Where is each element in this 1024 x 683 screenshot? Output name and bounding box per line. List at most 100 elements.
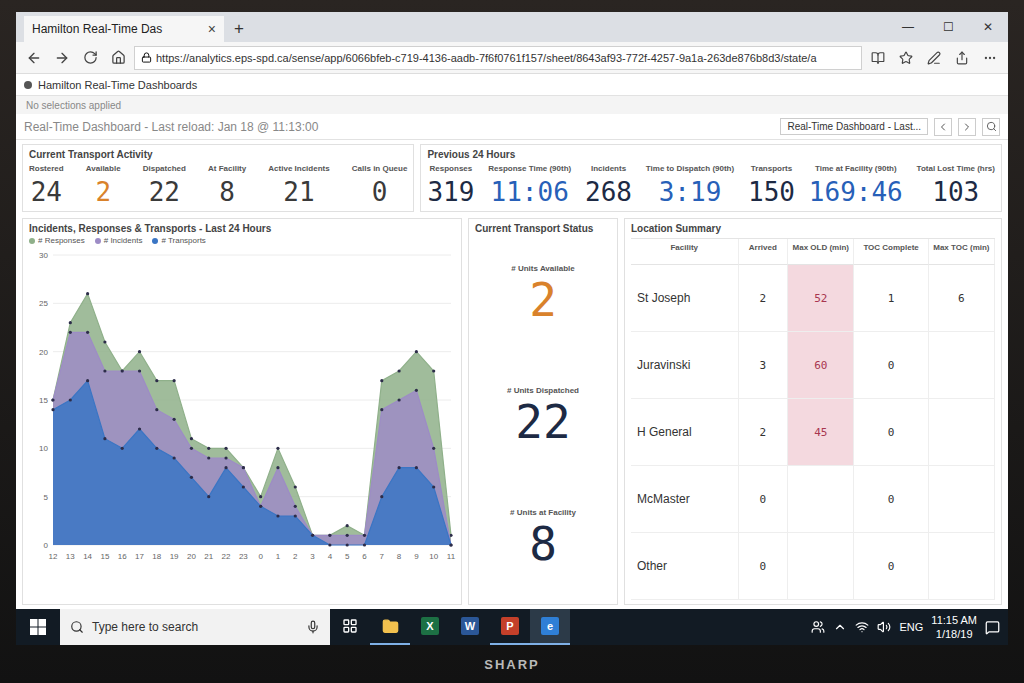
data-point[interactable] xyxy=(328,534,331,537)
sheet-selector[interactable]: Real-Time Dashboard - Last... xyxy=(780,118,928,135)
notifications-icon[interactable] xyxy=(985,620,1000,635)
facility-cell[interactable]: H General xyxy=(631,399,739,466)
start-button[interactable] xyxy=(16,609,60,645)
data-point[interactable] xyxy=(242,466,245,469)
data-point[interactable] xyxy=(397,466,400,469)
volume-icon[interactable] xyxy=(877,620,891,634)
data-point[interactable] xyxy=(121,447,124,450)
wifi-icon[interactable] xyxy=(855,620,869,634)
data-point[interactable] xyxy=(51,398,54,401)
data-point[interactable] xyxy=(86,292,89,295)
column-header[interactable]: Facility xyxy=(631,239,739,265)
search-icon[interactable] xyxy=(982,118,1000,136)
share-icon[interactable] xyxy=(950,46,974,70)
data-point[interactable] xyxy=(69,321,72,324)
data-point[interactable] xyxy=(103,437,106,440)
data-point[interactable] xyxy=(190,476,193,479)
data-point[interactable] xyxy=(294,505,297,508)
url-field[interactable]: https://analytics.eps-spd.ca/sense/app/6… xyxy=(134,46,862,70)
data-point[interactable] xyxy=(449,543,452,546)
data-point[interactable] xyxy=(363,543,366,546)
legend-item[interactable]: # Transports xyxy=(152,236,205,245)
data-point[interactable] xyxy=(155,408,158,411)
file-explorer-icon[interactable] xyxy=(370,609,410,645)
taskbar-app-icon[interactable]: X xyxy=(410,609,450,645)
more-icon[interactable] xyxy=(978,46,1002,70)
refresh-icon[interactable] xyxy=(78,46,102,70)
data-point[interactable] xyxy=(415,350,418,353)
data-point[interactable] xyxy=(328,534,331,537)
favorite-star-icon[interactable] xyxy=(894,46,918,70)
data-point[interactable] xyxy=(346,543,349,546)
data-point[interactable] xyxy=(276,447,279,450)
data-point[interactable] xyxy=(121,369,124,372)
task-view-icon[interactable] xyxy=(330,609,370,645)
data-point[interactable] xyxy=(173,456,176,459)
data-point[interactable] xyxy=(449,543,452,546)
legend-item[interactable]: # Responses xyxy=(29,236,85,245)
data-point[interactable] xyxy=(224,466,227,469)
language-indicator[interactable]: ENG xyxy=(899,621,923,633)
data-point[interactable] xyxy=(103,340,106,343)
pen-icon[interactable] xyxy=(922,46,946,70)
facility-cell[interactable]: St Joseph xyxy=(631,265,739,332)
data-point[interactable] xyxy=(259,505,262,508)
data-point[interactable] xyxy=(397,369,400,372)
new-tab-button[interactable]: + xyxy=(224,16,254,42)
next-sheet-icon[interactable] xyxy=(958,118,976,136)
browser-tab[interactable]: Hamilton Real-Time Das× xyxy=(24,16,224,42)
tab-close-button[interactable]: × xyxy=(208,21,216,37)
data-point[interactable] xyxy=(69,331,72,334)
data-point[interactable] xyxy=(276,514,279,517)
window-control-button[interactable]: ✕ xyxy=(968,12,1008,42)
reading-view-icon[interactable] xyxy=(866,46,890,70)
data-point[interactable] xyxy=(173,418,176,421)
data-point[interactable] xyxy=(380,379,383,382)
data-point[interactable] xyxy=(86,379,89,382)
facility-cell[interactable]: Other xyxy=(631,533,739,600)
data-point[interactable] xyxy=(190,447,193,450)
data-point[interactable] xyxy=(207,447,210,450)
data-point[interactable] xyxy=(363,534,366,537)
data-point[interactable] xyxy=(415,466,418,469)
home-icon[interactable] xyxy=(106,46,130,70)
data-point[interactable] xyxy=(311,534,314,537)
data-point[interactable] xyxy=(346,534,349,537)
data-point[interactable] xyxy=(294,514,297,517)
mic-icon[interactable] xyxy=(306,620,320,634)
data-point[interactable] xyxy=(51,398,54,401)
data-point[interactable] xyxy=(346,524,349,527)
data-point[interactable] xyxy=(155,447,158,450)
window-control-button[interactable]: — xyxy=(888,12,928,42)
data-point[interactable] xyxy=(294,485,297,488)
data-point[interactable] xyxy=(259,505,262,508)
data-point[interactable] xyxy=(51,408,54,411)
data-point[interactable] xyxy=(207,456,210,459)
taskbar-app-icon[interactable]: e xyxy=(530,609,570,645)
data-point[interactable] xyxy=(276,466,279,469)
column-header[interactable]: Max TOC (min) xyxy=(929,239,995,265)
facility-cell[interactable]: Juravinski xyxy=(631,332,739,399)
data-point[interactable] xyxy=(207,495,210,498)
data-point[interactable] xyxy=(69,398,72,401)
data-point[interactable] xyxy=(415,389,418,392)
data-point[interactable] xyxy=(242,485,245,488)
data-point[interactable] xyxy=(86,331,89,334)
data-point[interactable] xyxy=(432,369,435,372)
data-point[interactable] xyxy=(432,485,435,488)
data-point[interactable] xyxy=(173,379,176,382)
tray-expand-icon[interactable] xyxy=(833,620,847,634)
data-point[interactable] xyxy=(242,466,245,469)
data-point[interactable] xyxy=(224,456,227,459)
facility-cell[interactable]: McMaster xyxy=(631,466,739,533)
data-point[interactable] xyxy=(380,495,383,498)
column-header[interactable]: Arrived xyxy=(739,239,789,265)
taskbar-app-icon[interactable]: W xyxy=(450,609,490,645)
window-control-button[interactable]: ☐ xyxy=(928,12,968,42)
data-point[interactable] xyxy=(380,408,383,411)
forward-icon[interactable] xyxy=(50,46,74,70)
data-point[interactable] xyxy=(397,398,400,401)
column-header[interactable]: Max OLD (min) xyxy=(788,239,854,265)
taskbar-search[interactable]: Type here to search xyxy=(60,609,330,645)
data-point[interactable] xyxy=(121,369,124,372)
